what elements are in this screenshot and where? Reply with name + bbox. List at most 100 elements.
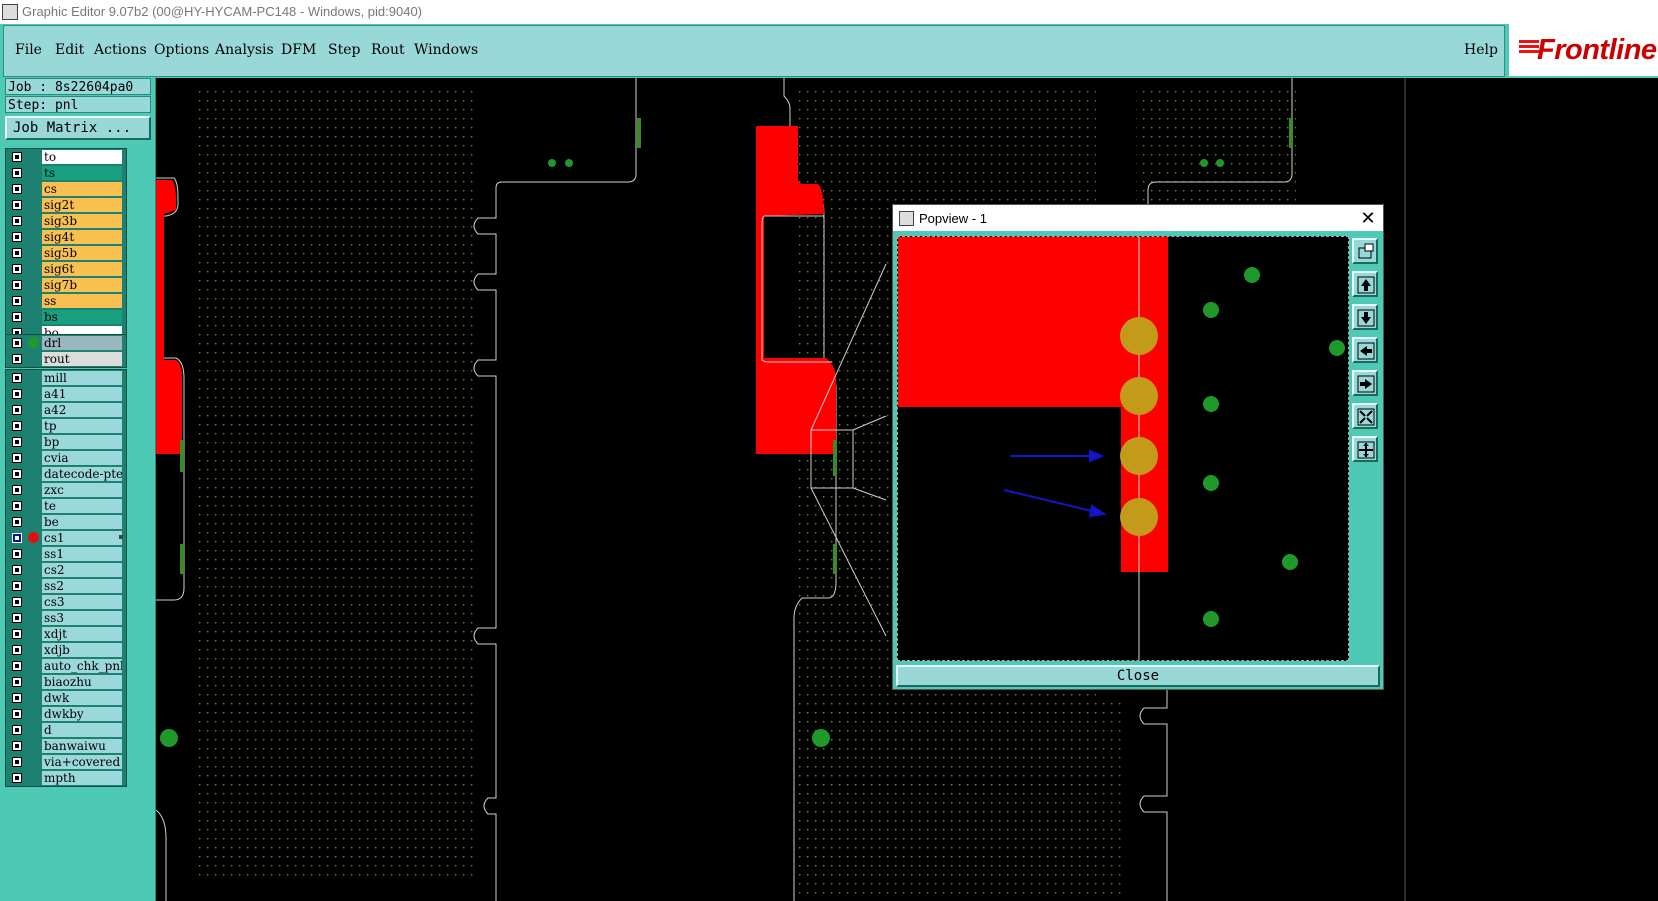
job-matrix-button[interactable]: Job Matrix ... [5, 116, 151, 140]
layer-name[interactable]: rout [42, 352, 122, 366]
layer-name[interactable]: sig7b [42, 278, 122, 292]
layer-checkbox[interactable] [12, 501, 22, 511]
layer-checkbox[interactable] [12, 296, 22, 306]
layer-row-dwkby[interactable]: dwkby [6, 706, 126, 722]
popview-close-button[interactable]: Close [896, 665, 1380, 687]
layer-name[interactable]: ss3 [42, 611, 122, 625]
layer-name[interactable]: tp [42, 419, 122, 433]
layer-row-cvia[interactable]: cvia [6, 450, 126, 466]
pan-left-icon[interactable] [1352, 337, 1378, 363]
layer-checkbox[interactable] [12, 549, 22, 559]
menu-options[interactable]: Options [154, 42, 209, 58]
layer-name[interactable]: auto_chk_pnl [42, 659, 122, 673]
layer-checkbox[interactable] [12, 773, 22, 783]
layer-row-mpth[interactable]: mpth [6, 770, 126, 786]
menu-rout[interactable]: Rout [371, 42, 405, 58]
layer-row-te[interactable]: te [6, 498, 126, 514]
layer-row-ss3[interactable]: ss3 [6, 610, 126, 626]
layer-row-xdjt[interactable]: xdjt [6, 626, 126, 642]
layer-name[interactable]: d [42, 723, 122, 737]
layer-row-sig5b[interactable]: sig5b [6, 245, 126, 261]
layer-checkbox[interactable] [12, 677, 22, 687]
layer-row-bs[interactable]: bs [6, 309, 126, 325]
layer-name[interactable]: be [42, 515, 122, 529]
layer-row-via-covered[interactable]: via+covered [6, 754, 126, 770]
layer-checkbox[interactable] [12, 248, 22, 258]
layer-row-cs2[interactable]: cs2 [6, 562, 126, 578]
layer-checkbox[interactable] [12, 453, 22, 463]
popview-titlebar[interactable]: Popview - 1 ✕ [893, 205, 1383, 231]
layer-checkbox[interactable] [12, 533, 22, 543]
layer-name[interactable]: to [42, 150, 122, 164]
popview-canvas[interactable] [897, 236, 1349, 661]
layer-checkbox[interactable] [12, 312, 22, 322]
layer-name[interactable]: sig3b [42, 214, 122, 228]
layer-row-biaozhu[interactable]: biaozhu [6, 674, 126, 690]
layer-row-cs[interactable]: cs [6, 181, 126, 197]
layer-row-mill[interactable]: mill [6, 370, 126, 386]
layer-name[interactable]: cs2 [42, 563, 122, 577]
layer-checkbox[interactable] [12, 661, 22, 671]
pan-up-icon[interactable] [1352, 271, 1378, 297]
menu-edit[interactable]: Edit [55, 42, 84, 58]
layer-row-bp[interactable]: bp [6, 434, 126, 450]
layer-row-banwaiwu[interactable]: banwaiwu [6, 738, 126, 754]
layer-checkbox[interactable] [12, 232, 22, 242]
layer-name[interactable]: bp [42, 435, 122, 449]
layer-row-cs1[interactable]: cs1 [6, 530, 126, 546]
layer-row-ss1[interactable]: ss1 [6, 546, 126, 562]
layer-name[interactable]: ss2 [42, 579, 122, 593]
menu-step[interactable]: Step [328, 42, 360, 58]
layer-row-ss2[interactable]: ss2 [6, 578, 126, 594]
layer-checkbox[interactable] [12, 757, 22, 767]
layer-row-sig4t[interactable]: sig4t [6, 229, 126, 245]
layer-checkbox[interactable] [12, 373, 22, 383]
layer-name[interactable]: drl [42, 336, 122, 350]
layer-name[interactable]: banwaiwu [42, 739, 122, 753]
layer-checkbox[interactable] [12, 581, 22, 591]
layer-checkbox[interactable] [12, 338, 22, 348]
layer-name[interactable]: cs [42, 182, 122, 196]
layer-checkbox[interactable] [12, 152, 22, 162]
layer-row-to[interactable]: to [6, 149, 126, 165]
layer-row-datecode-pte[interactable]: datecode-pte [6, 466, 126, 482]
layer-checkbox[interactable] [12, 280, 22, 290]
layer-name[interactable]: ss1 [42, 547, 122, 561]
layer-name[interactable]: a41 [42, 387, 122, 401]
layer-checkbox[interactable] [12, 597, 22, 607]
layer-checkbox[interactable] [12, 405, 22, 415]
layer-name[interactable]: via+covered [42, 755, 122, 769]
layer-row-drl[interactable]: drl [6, 335, 126, 351]
layer-checkbox[interactable] [12, 200, 22, 210]
layer-row-sig6t[interactable]: sig6t [6, 261, 126, 277]
layer-checkbox[interactable] [12, 629, 22, 639]
layer-checkbox[interactable] [12, 216, 22, 226]
layer-checkbox[interactable] [12, 565, 22, 575]
layer-name[interactable]: datecode-pte [42, 467, 122, 481]
layer-checkbox[interactable] [12, 725, 22, 735]
layer-checkbox[interactable] [12, 264, 22, 274]
layer-checkbox[interactable] [12, 645, 22, 655]
menu-actions[interactable]: Actions [94, 42, 147, 58]
pan-down-icon[interactable] [1352, 304, 1378, 330]
popview-close-icon[interactable]: ✕ [1357, 207, 1379, 229]
zoom-home-icon[interactable] [1352, 436, 1378, 462]
layer-checkbox[interactable] [12, 469, 22, 479]
layer-name[interactable]: biaozhu [42, 675, 122, 689]
layer-name[interactable]: sig5b [42, 246, 122, 260]
layer-checkbox[interactable] [12, 613, 22, 623]
menu-dfm[interactable]: DFM [281, 42, 316, 58]
layer-name[interactable]: zxc [42, 483, 122, 497]
layer-row-sig7b[interactable]: sig7b [6, 277, 126, 293]
layer-row-cs3[interactable]: cs3 [6, 594, 126, 610]
layer-row-auto-chk-pnl[interactable]: auto_chk_pnl [6, 658, 126, 674]
layer-row-be[interactable]: be [6, 514, 126, 530]
layer-checkbox[interactable] [12, 168, 22, 178]
layer-name[interactable]: cs1 [42, 531, 122, 545]
layer-checkbox[interactable] [12, 709, 22, 719]
layer-name[interactable]: xdjt [42, 627, 122, 641]
layer-row-rout[interactable]: rout [6, 351, 126, 367]
layer-row-sig3b[interactable]: sig3b [6, 213, 126, 229]
layer-name[interactable]: mill [42, 371, 122, 385]
layer-row-xdjb[interactable]: xdjb [6, 642, 126, 658]
